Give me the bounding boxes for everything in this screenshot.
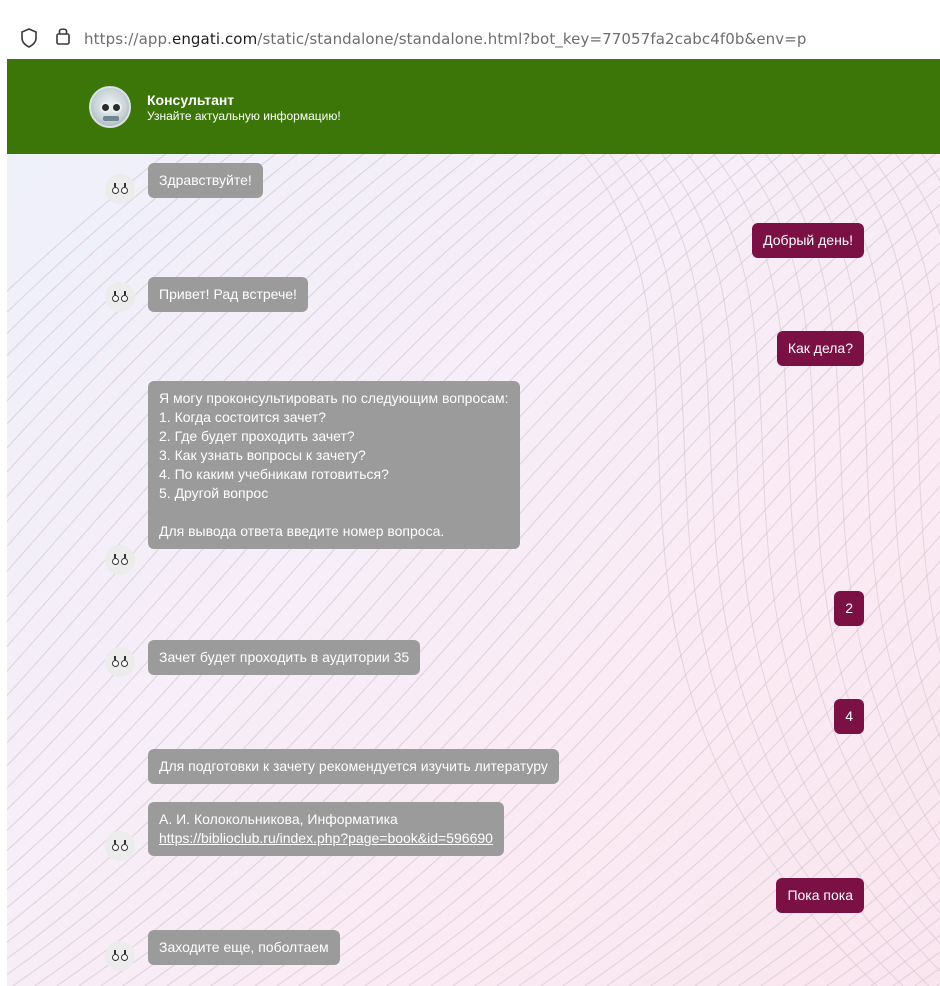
chat-header: Консультант Узнайте актуальную информаци… bbox=[7, 59, 940, 154]
background-pattern bbox=[7, 154, 940, 986]
bot-message: Зачет будет проходить в аудитории 35 bbox=[148, 640, 421, 675]
url-text[interactable]: https://app.engati.com/static/standalone… bbox=[84, 30, 807, 48]
bot-message: Здравствуйте! bbox=[148, 163, 263, 198]
user-message: 4 bbox=[834, 699, 864, 734]
bot-icon bbox=[105, 174, 135, 204]
bot-message: Заходите еще, поболтаем bbox=[148, 930, 340, 965]
url-host: engati.com bbox=[171, 30, 258, 48]
shield-icon[interactable] bbox=[20, 28, 38, 48]
user-message: 2 bbox=[834, 591, 864, 626]
lock-icon[interactable] bbox=[55, 26, 71, 46]
user-message: Как дела? bbox=[776, 331, 864, 366]
bot-message-with-link: А. И. Колокольникова, Информатика https:… bbox=[148, 802, 504, 856]
url-prefix: https://app. bbox=[84, 30, 172, 48]
bot-icon bbox=[105, 647, 135, 677]
url-path: /static/standalone/standalone.html?bot_k… bbox=[257, 30, 807, 48]
bot-icon bbox=[105, 941, 135, 971]
bot-icon bbox=[105, 282, 135, 312]
bot-subtitle: Узнайте актуальную информацию! bbox=[147, 109, 341, 123]
bot-avatar bbox=[89, 86, 131, 128]
bot-icon bbox=[105, 545, 135, 575]
bot-title: Консультант bbox=[147, 92, 235, 108]
user-message: Пока пока bbox=[776, 878, 864, 913]
user-message: Добрый день! bbox=[752, 223, 864, 258]
bot-icon bbox=[105, 831, 135, 861]
browser-url-bar[interactable]: https://app.engati.com/static/standalone… bbox=[0, 0, 940, 56]
bot-message: Для подготовки к зачету рекомендуется из… bbox=[148, 749, 559, 784]
book-title: А. И. Колокольникова, Информатика bbox=[159, 811, 398, 827]
bot-message-menu: Я могу проконсультировать по следующим в… bbox=[148, 381, 520, 549]
chat-area[interactable]: Здравствуйте! Добрый день! Привет! Рад в… bbox=[7, 154, 940, 986]
bot-message: Привет! Рад встрече! bbox=[148, 277, 308, 312]
book-link[interactable]: https://biblioclub.ru/index.php?page=boo… bbox=[159, 830, 493, 846]
